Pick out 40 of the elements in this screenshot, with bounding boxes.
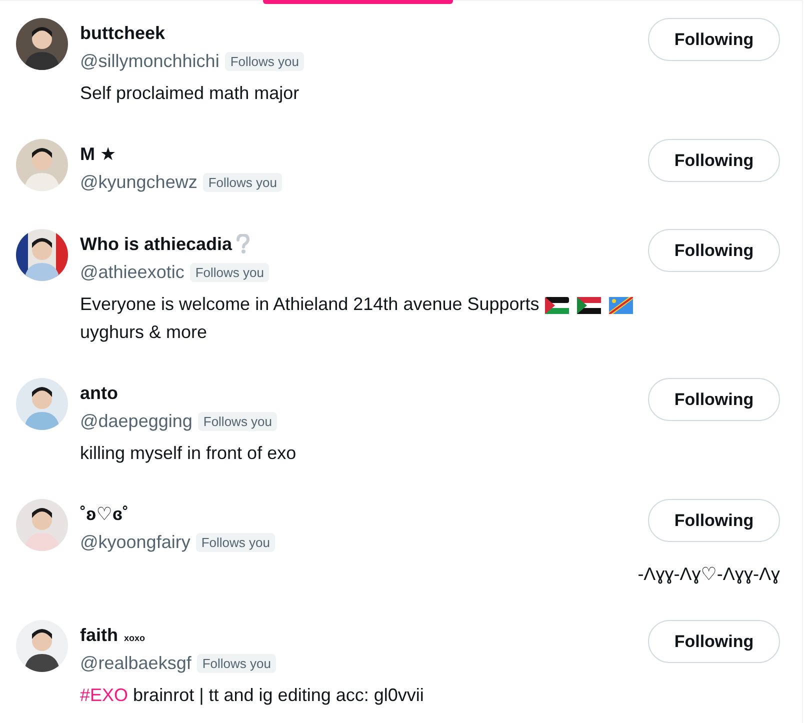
following-button[interactable]: Following — [648, 139, 780, 182]
bio-text: Self proclaimed math major — [80, 82, 300, 105]
display-name[interactable]: buttcheek — [80, 22, 166, 44]
avatar-icon[interactable] — [16, 499, 68, 551]
flag-icon — [609, 296, 634, 314]
following-button[interactable]: Following — [648, 229, 780, 272]
following-button[interactable]: Following — [648, 499, 780, 542]
username[interactable]: @realbaeksgf — [80, 652, 192, 674]
avatar-icon[interactable] — [16, 139, 68, 191]
bio-text: killing myself in front of exo — [80, 442, 296, 465]
follows-you-label: Follows you — [190, 262, 269, 282]
flag-icon — [545, 296, 570, 314]
following-button[interactable]: Following — [648, 378, 780, 421]
display-name[interactable]: M ★ — [80, 144, 116, 164]
follows-you-label: Follows you — [196, 532, 275, 552]
username[interactable]: @kyoongfairy — [80, 532, 190, 552]
display-name[interactable]: ˚ʚ♡ɞ˚ — [80, 504, 129, 524]
username[interactable]: @sillymonchhichi — [80, 50, 220, 72]
avatar-icon[interactable] — [16, 229, 68, 281]
follows-you-label: Follows you — [198, 412, 278, 430]
bio-text: Everyone is welcome in Athieland 214th avenue Supports uyghurs & more — [80, 290, 634, 346]
name-suffix: xoxo — [124, 633, 146, 643]
hashtag-link[interactable]: #EXO — [80, 685, 128, 705]
following-button[interactable]: Following — [648, 620, 780, 663]
display-name[interactable]: Who is athiecadia — [80, 234, 232, 254]
follows-you-label: Follows you — [197, 654, 276, 672]
follows-you-label: Follows you — [203, 172, 282, 192]
display-name[interactable]: anto — [80, 382, 118, 404]
username[interactable]: @athieexotic — [80, 262, 184, 282]
following-button[interactable]: Following — [648, 18, 780, 61]
bio-text: #EXO brainrot | tt and ig editing acc: gl0vvii — [80, 684, 424, 707]
bio-text: -Λɣɣ-Λɣ♡-Λɣɣ-Λɣ — [638, 563, 780, 586]
flag-icon — [577, 296, 602, 314]
avatar-icon[interactable] — [16, 18, 68, 70]
avatar-icon[interactable] — [16, 378, 68, 430]
username[interactable]: @daepegging — [80, 410, 192, 432]
avatar-icon[interactable] — [16, 620, 68, 672]
follows-you-label: Follows you — [225, 52, 304, 70]
display-name[interactable]: faith — [80, 624, 118, 646]
username[interactable]: @kyungchewz — [80, 172, 198, 192]
